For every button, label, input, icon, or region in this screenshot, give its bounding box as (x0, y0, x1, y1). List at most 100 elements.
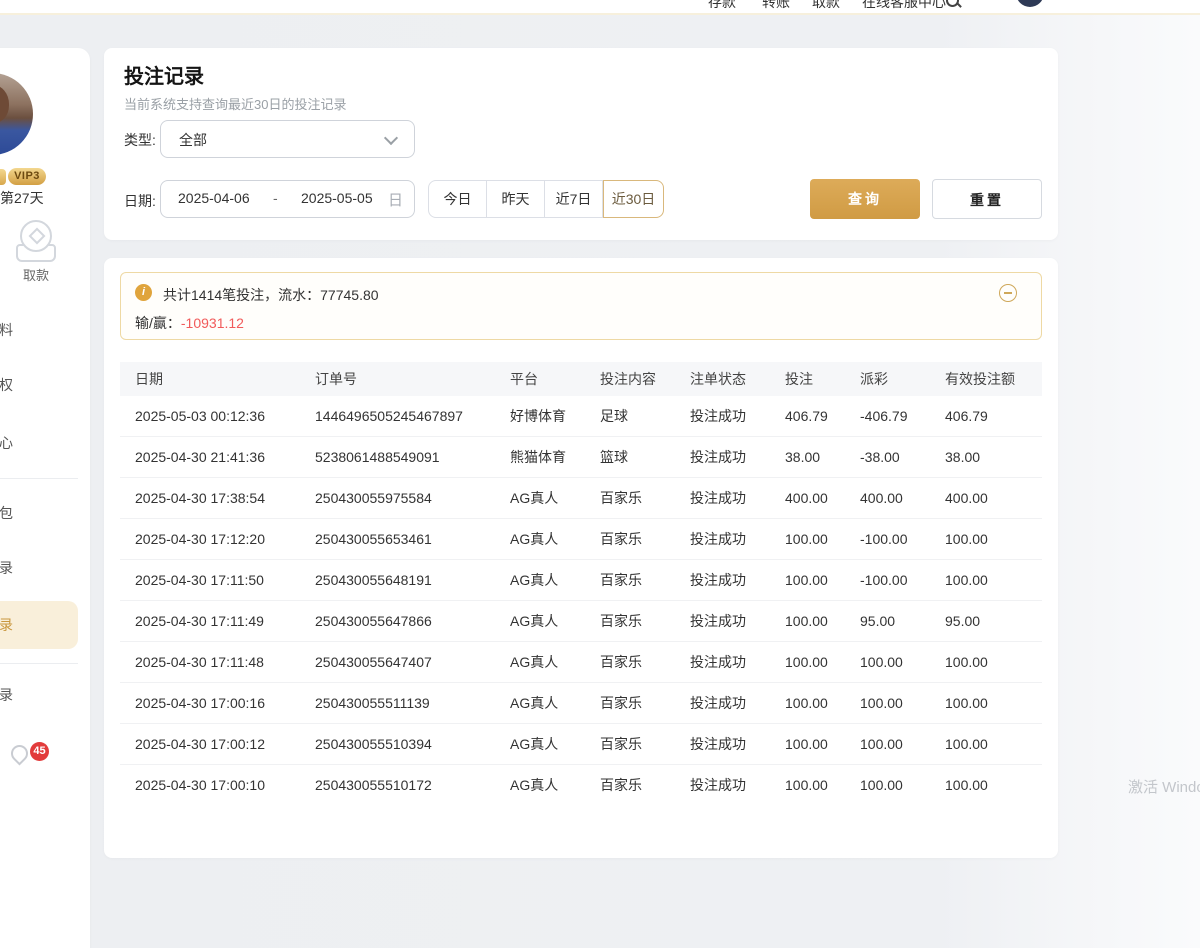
date-end-value: 2025-05-05 (301, 190, 373, 206)
table-cell: 2025-04-30 21:41:36 (120, 437, 300, 478)
table-cell: 250430055648191 (300, 560, 495, 601)
sidebar-item-label: 投注记录 (0, 601, 13, 649)
table-cell: 投注成功 (675, 765, 770, 806)
table-cell: 100.00 (930, 642, 1042, 683)
table-cell: 2025-04-30 17:11:50 (120, 560, 300, 601)
table-cell: 250430055647866 (300, 601, 495, 642)
table-cell: 100.00 (930, 683, 1042, 724)
type-select-value: 全部 (179, 130, 207, 150)
table-cell: AG真人 (495, 765, 585, 806)
topnav-item[interactable]: 转账 (762, 0, 790, 12)
summary-banner: i 共计1414笔投注，流水：77745.80 输/赢：-10931.12 (120, 272, 1042, 340)
records-card: i 共计1414笔投注，流水：77745.80 输/赢：-10931.12 日期… (104, 258, 1058, 858)
table-cell: 100.00 (770, 560, 845, 601)
date-range-input[interactable]: 2025-04-06 - 2025-05-05 日 (160, 180, 415, 218)
table-cell: AG真人 (495, 560, 585, 601)
sidebar-item-交易记录[interactable]: 交易记录 (0, 544, 90, 592)
table-cell: 投注成功 (675, 601, 770, 642)
table-cell: 250430055510394 (300, 724, 495, 765)
topnav-item[interactable]: 在线客服中心 (862, 0, 946, 12)
table-cell: 熊猫体育 (495, 437, 585, 478)
table-cell: 250430055511139 (300, 683, 495, 724)
table-cell: 100.00 (845, 683, 930, 724)
table-row: 2025-05-03 00:12:361446496505245467897好博… (120, 396, 1042, 437)
reset-button[interactable]: 重置 (932, 179, 1042, 219)
table-cell: 好博体育 (495, 396, 585, 437)
user-avatar-small[interactable] (1016, 0, 1044, 7)
table-cell: 百家乐 (585, 601, 675, 642)
table-cell: 38.00 (770, 437, 845, 478)
quick-range-昨天[interactable]: 昨天 (487, 180, 545, 218)
table-cell: 投注成功 (675, 560, 770, 601)
chevron-down-icon (384, 131, 398, 145)
collapse-icon[interactable] (999, 284, 1017, 302)
topnav-item[interactable]: 取款 (812, 0, 840, 12)
withdraw-coin-icon (20, 220, 52, 252)
table-cell: AG真人 (495, 478, 585, 519)
table-cell: 250430055647407 (300, 642, 495, 683)
table-cell: 百家乐 (585, 560, 675, 601)
table-cell: -406.79 (845, 396, 930, 437)
notification-badge: 45 (30, 742, 49, 761)
quick-range-今日[interactable]: 今日 (428, 180, 487, 218)
table-cell: 百家乐 (585, 519, 675, 560)
sidebar-item-优惠记录[interactable]: 优惠记录 (0, 671, 90, 719)
vip-badge: VIP3 (8, 168, 46, 185)
table-cell: 100.00 (930, 560, 1042, 601)
table-cell: 95.00 (845, 601, 930, 642)
table-cell: 2025-04-30 17:38:54 (120, 478, 300, 519)
date-start-value: 2025-04-06 (178, 190, 250, 206)
bet-records-table: 日期订单号平台投注内容注单状态投注派彩有效投注额 2025-05-03 00:1… (120, 362, 1042, 805)
table-cell: 百家乐 (585, 683, 675, 724)
date-filter-label: 日期: (124, 191, 156, 211)
table-row: 2025-04-30 17:11:48250430055647407AG真人百家… (120, 642, 1042, 683)
query-button[interactable]: 查询 (810, 179, 920, 219)
table-cell: 400.00 (770, 478, 845, 519)
sidebar-item-我的钱包[interactable]: 我的钱包 (0, 489, 90, 537)
table-row: 2025-04-30 17:11:49250430055647866AG真人百家… (120, 601, 1042, 642)
table-cell: 100.00 (770, 683, 845, 724)
type-select[interactable]: 全部 (160, 120, 415, 158)
table-row: 2025-04-30 17:11:50250430055648191AG真人百家… (120, 560, 1042, 601)
table-cell: -100.00 (845, 519, 930, 560)
table-cell: 百家乐 (585, 724, 675, 765)
table-cell: -38.00 (845, 437, 930, 478)
table-cell: 406.79 (930, 396, 1042, 437)
sidebar-item-消息中心[interactable]: 45 (0, 729, 90, 777)
column-header: 投注 (770, 362, 845, 396)
sidebar-item-VIP特权[interactable]: VIP特权 (0, 361, 90, 409)
sidebar: VIP3 第27天 取款 个人资料 VIP特权任务中心我的钱包交易记录投注记录优惠… (0, 48, 90, 948)
topnav-item[interactable]: 存款 (708, 0, 736, 12)
table-cell: 100.00 (845, 724, 930, 765)
table-cell: 1446496505245467897 (300, 396, 495, 437)
summary-loss: 输/赢：-10931.12 (135, 313, 244, 333)
quick-range-group: 今日昨天近7日近30日 (428, 180, 664, 218)
user-avatar[interactable] (0, 73, 33, 155)
table-cell: 38.00 (930, 437, 1042, 478)
quick-range-近7日[interactable]: 近7日 (545, 180, 603, 218)
search-icon[interactable] (946, 0, 959, 7)
table-cell: 100.00 (930, 724, 1042, 765)
vip-icon (0, 169, 6, 185)
table-cell: 100.00 (770, 724, 845, 765)
table-cell: 2025-04-30 17:00:10 (120, 765, 300, 806)
table-cell: 2025-05-03 00:12:36 (120, 396, 300, 437)
withdraw-label: 取款 (14, 265, 58, 284)
loss-value: -10931.12 (181, 315, 244, 331)
sidebar-item-任务中心[interactable]: 任务中心 (0, 419, 90, 467)
membership-day-text: 第27天 (0, 188, 44, 208)
table-cell: 100.00 (845, 765, 930, 806)
sidebar-item-label: 交易记录 (0, 544, 13, 592)
table-cell: 100.00 (770, 519, 845, 560)
table-cell: 投注成功 (675, 519, 770, 560)
table-cell: 250430055975584 (300, 478, 495, 519)
table-cell: 406.79 (770, 396, 845, 437)
table-cell: 2025-04-30 17:12:20 (120, 519, 300, 560)
table-cell: 投注成功 (675, 478, 770, 519)
quick-range-近30日[interactable]: 近30日 (603, 180, 664, 218)
sidebar-item-投注记录[interactable]: 投注记录 (0, 601, 90, 649)
column-header: 派彩 (845, 362, 930, 396)
column-header: 投注内容 (585, 362, 675, 396)
sidebar-item-个人资料[interactable]: 个人资料 (0, 306, 90, 354)
withdraw-quick-action[interactable]: 取款 (14, 220, 58, 284)
